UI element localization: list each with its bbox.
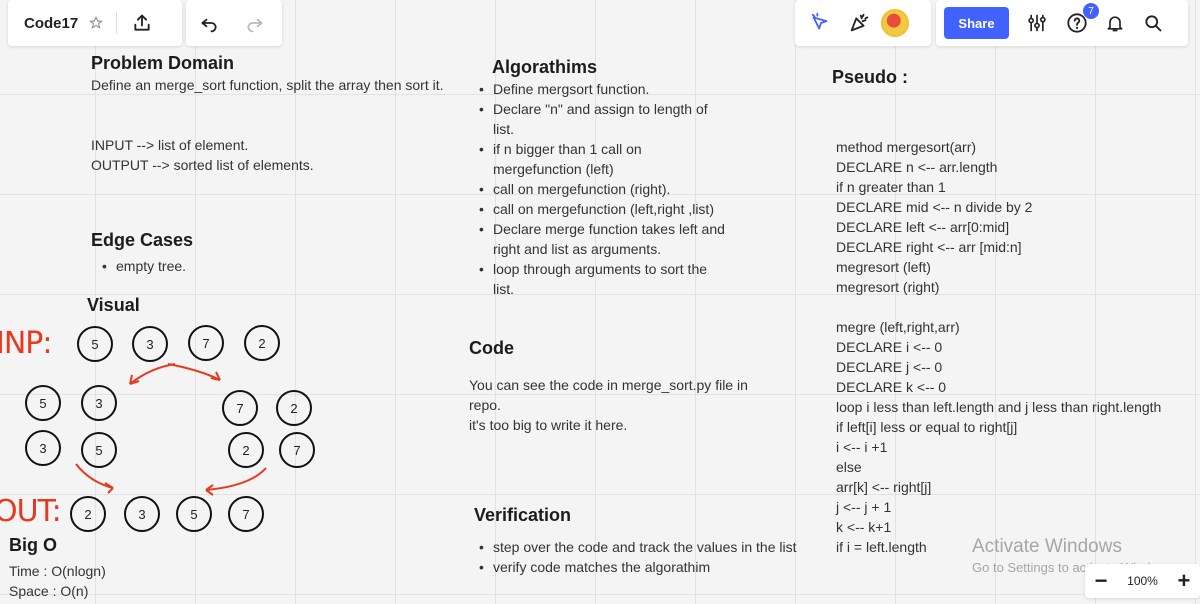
big-o-title: Big O — [9, 535, 57, 555]
cursor-pointer-icon[interactable] — [809, 11, 833, 35]
pseudo-line — [836, 297, 1161, 317]
activation-watermark-title: Activate Windows — [972, 536, 1122, 557]
star-icon[interactable] — [88, 15, 104, 31]
code-title: Code — [469, 338, 514, 358]
big-o-time: Time : O(nlogn) — [9, 563, 106, 579]
problem-output: OUTPUT --> sorted list of elements. — [91, 157, 314, 173]
collab-panel — [795, 0, 931, 46]
pseudo-title: Pseudo : — [832, 67, 909, 87]
pseudo-line: else — [836, 459, 862, 475]
settings-sliders-icon[interactable] — [1025, 11, 1049, 35]
verification-step: step over the code and track the values … — [477, 537, 797, 557]
pseudo-line: if n greater than 1 — [836, 179, 946, 195]
undo-icon[interactable] — [198, 12, 220, 34]
edge-cases-title: Edge Cases — [91, 230, 194, 250]
title-divider — [116, 12, 118, 34]
code-note: it's too big to write it here. — [469, 417, 628, 433]
search-icon[interactable] — [1141, 11, 1165, 35]
zoom-level[interactable]: 100% — [1127, 574, 1158, 588]
pseudo-line: loop i less than left.length and j less … — [836, 399, 1162, 415]
algorithm-step: Declare "n" and assign to length of list… — [477, 99, 727, 139]
pseudo-line: i <-- i +1 — [836, 439, 888, 455]
bell-icon[interactable] — [1103, 11, 1127, 35]
pseudo-line: DECLARE mid <-- n divide by 2 — [836, 199, 1033, 215]
edge-cases-list: empty tree. — [100, 256, 186, 276]
help-icon[interactable]: 7 — [1065, 3, 1099, 35]
board-title-panel: Code17 — [8, 0, 182, 46]
algorithm-step: Define mergsort function. — [477, 79, 727, 99]
notification-badge: 7 — [1083, 3, 1099, 19]
edge-case-item: empty tree. — [100, 256, 186, 276]
zoom-in-button[interactable]: + — [1174, 568, 1194, 594]
code-note: You can see the code in merge_sort.py fi… — [469, 377, 748, 413]
pseudo-code-block: method mergesort(arr) DECLARE n <-- arr.… — [836, 137, 1161, 557]
verification-list: step over the code and track the values … — [477, 537, 797, 577]
algorithms-title: Algorathims — [492, 57, 598, 77]
zoom-panel: − 100% + — [1085, 564, 1200, 598]
pseudo-line: megre (left,right,arr) — [836, 319, 960, 335]
visual-title: Visual — [87, 295, 140, 315]
pseudo-line: DECLARE left <-- arr[0:mid] — [836, 219, 1010, 235]
pseudo-line: DECLARE k <-- 0 — [836, 379, 947, 395]
pseudo-line: j <-- j + 1 — [836, 499, 892, 515]
undo-redo-panel — [186, 0, 282, 46]
pseudo-line: arr[k] <-- right[j] — [836, 479, 932, 495]
algorithm-step: Declare merge function takes left and ri… — [477, 219, 727, 259]
pseudo-line: k <-- k+1 — [836, 519, 892, 535]
pseudo-line: DECLARE right <-- arr [mid:n] — [836, 239, 1022, 255]
board-title[interactable]: Code17 — [24, 15, 78, 32]
share-panel: Share 7 — [936, 0, 1188, 46]
algorithm-step: loop through arguments to sort the list. — [477, 259, 727, 299]
pseudo-line: if left[i] less or equal to right[j] — [836, 419, 1018, 435]
pseudo-line: method mergesort(arr) — [836, 139, 977, 155]
problem-domain-description: Define an merge_sort function, split the… — [91, 77, 444, 93]
redo-icon[interactable] — [244, 12, 266, 34]
verification-title: Verification — [474, 505, 572, 525]
pseudo-line: DECLARE i <-- 0 — [836, 339, 943, 355]
share-button[interactable]: Share — [944, 7, 1009, 39]
verification-step: verify code matches the algorathim — [477, 557, 797, 577]
zoom-out-button[interactable]: − — [1091, 568, 1111, 594]
split-arrows — [75, 363, 267, 496]
celebrate-icon[interactable] — [847, 11, 871, 35]
export-icon[interactable] — [131, 12, 153, 34]
big-o-space: Space : O(n) — [9, 583, 89, 599]
algorithm-step: call on mergefunction (left,right ,list) — [477, 199, 727, 219]
problem-domain-title: Problem Domain — [91, 53, 235, 73]
problem-input: INPUT --> list of element. — [91, 137, 249, 153]
avatar[interactable] — [881, 9, 909, 37]
algorithm-step: if n bigger than 1 call on mergefunction… — [477, 139, 727, 179]
pseudo-line: megresort (right) — [836, 279, 940, 295]
algorithms-list: Define mergsort function. Declare "n" an… — [477, 79, 727, 299]
algorithm-step: call on mergefunction (right). — [477, 179, 727, 199]
pseudo-line: DECLARE n <-- arr.length — [836, 159, 998, 175]
pseudo-line: megresort (left) — [836, 259, 931, 275]
pseudo-line: DECLARE j <-- 0 — [836, 359, 943, 375]
